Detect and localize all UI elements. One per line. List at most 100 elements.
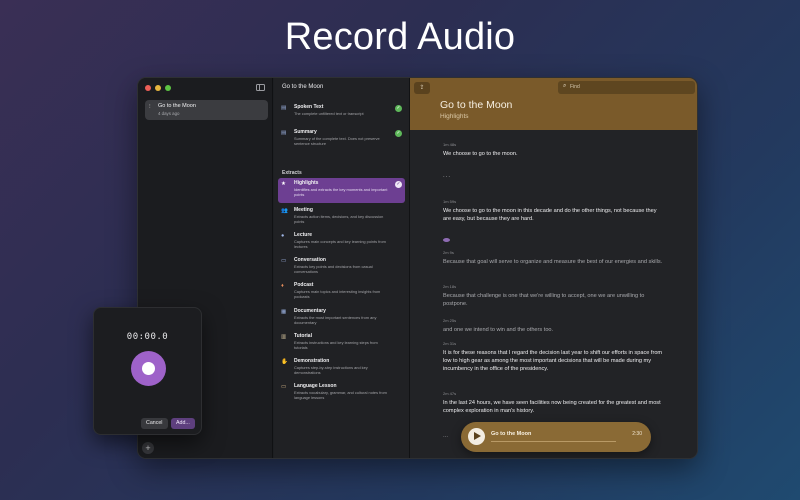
option-name: Lecture — [294, 232, 313, 238]
recording-timer: 00:00.0 — [126, 332, 169, 342]
option-desc: Extracts instructions and key learning s… — [294, 340, 378, 351]
option-name: Podcast — [294, 282, 314, 288]
option-name: Language Lesson — [294, 383, 337, 389]
document-header: ⇪ ⌕ Find Go to the Moon Highlights — [410, 78, 697, 130]
audio-player: Go to the Moon 2:30 — [461, 422, 651, 452]
option-name: Meeting — [294, 207, 313, 213]
option-name: Summary — [294, 129, 317, 135]
recording-list-item[interactable]: ⫶ Go to the Moon 4 days ago — [145, 100, 268, 120]
extract-demonstration[interactable]: ✋ Demonstration Captures step-by-step in… — [278, 356, 405, 380]
chat-bubbles-icon: ▭ — [281, 258, 287, 264]
option-desc: Extracts vocabulary, grammar, and cultur… — [294, 390, 387, 401]
app-window: ⫶ Go to the Moon 4 days ago + Go to the … — [137, 77, 698, 459]
segment-text: In the last 24 hours, we have seen facil… — [443, 400, 661, 414]
segment-timestamp: 1m 48s — [443, 142, 457, 147]
more-ellipsis: ... — [443, 433, 449, 439]
option-desc: Summary of the complete text. Does not p… — [294, 136, 380, 147]
star-icon: ★ — [281, 181, 286, 187]
people-icon: 👥 — [281, 208, 288, 214]
minimize-window-button[interactable] — [155, 85, 161, 91]
checkmark-icon: ✓ — [395, 105, 402, 112]
checkmark-icon: ✓ — [395, 181, 402, 188]
option-name: Documentary — [294, 308, 326, 314]
option-name: Highlights — [294, 180, 319, 186]
book-icon: ▥ — [281, 334, 287, 340]
microphone-icon: ♦ — [281, 283, 284, 289]
extract-lecture[interactable]: ● Lecture Captures main concepts and key… — [278, 230, 405, 254]
segment-text: Because that challenge is one that we're… — [443, 293, 645, 307]
cancel-button[interactable]: Cancel — [141, 418, 168, 429]
extract-documentary[interactable]: ▦ Documentary Extracts the most importan… — [278, 306, 405, 330]
extract-options-panel: Go to the Moon ▤ Spoken Text The complet… — [274, 78, 410, 458]
segment-text: Because that goal will serve to organize… — [443, 259, 663, 265]
checkmark-icon: ✓ — [395, 130, 402, 137]
eye-icon[interactable] — [443, 238, 450, 242]
summary-icon: ▤ — [281, 130, 287, 136]
option-name: Spoken Text — [294, 104, 324, 110]
zoom-window-button[interactable] — [165, 85, 171, 91]
transcript-segment: 2m 31s It is for these reasons that I re… — [443, 341, 663, 373]
extract-tutorial[interactable]: ▥ Tutorial Extracts instructions and key… — [278, 331, 405, 355]
segment-timestamp: 2m 47s — [443, 391, 457, 396]
segment-timestamp: 2m 18s — [443, 284, 457, 289]
option-desc: Identifies and extracts the key moments … — [294, 187, 388, 198]
option-summary[interactable]: ▤ Summary Summary of the complete text. … — [278, 127, 405, 151]
extract-language-lesson[interactable]: ▭ Language Lesson Extracts vocabulary, g… — [278, 381, 405, 405]
transcript-segment: 1m 59s We choose to go to the moon in th… — [443, 199, 663, 223]
transcript-segment: 2m 47s In the last 24 hours, we have see… — [443, 391, 663, 415]
player-title: Go to the Moon — [491, 431, 532, 437]
hand-icon: ✋ — [281, 359, 288, 365]
segment-text: It is for these reasons that I regard th… — [443, 350, 663, 372]
find-field[interactable]: ⌕ Find — [558, 81, 695, 94]
option-name: Conversation — [294, 257, 326, 263]
sidebar-toggle-icon[interactable] — [256, 84, 265, 91]
extract-highlights[interactable]: ★ Highlights Identifies and extracts the… — [278, 178, 405, 203]
extracts-section-label: Extracts — [282, 170, 302, 176]
extract-meeting[interactable]: 👥 Meeting Extracts action items, decisio… — [278, 205, 405, 229]
play-button[interactable] — [468, 428, 485, 445]
document-icon: ▦ — [281, 309, 287, 315]
extract-conversation[interactable]: ▭ Conversation Extracts key points and d… — [278, 255, 405, 279]
recording-date: 4 days ago — [158, 111, 180, 116]
segment-timestamp: 1m 59s — [443, 199, 457, 204]
segment-text: We choose to go to the moon in this deca… — [443, 208, 657, 222]
extract-podcast[interactable]: ♦ Podcast Captures main topics and inter… — [278, 280, 405, 304]
record-dot-icon — [142, 362, 155, 375]
spoken-text-icon: ▤ — [281, 105, 287, 111]
option-spoken-text[interactable]: ▤ Spoken Text The complete unfiltered te… — [278, 102, 405, 122]
share-icon[interactable]: ⇪ — [414, 82, 430, 94]
option-desc: Extracts the most important sentences fr… — [294, 315, 377, 326]
segment-timestamp: 2m 31s — [443, 341, 457, 346]
segment-text: We choose to go to the moon. — [443, 151, 518, 157]
recorder-panel: 00:00.0 Cancel Add... — [93, 307, 202, 435]
document-subtitle: Highlights — [440, 113, 469, 120]
option-desc: Extracts key points and decisions from c… — [294, 264, 373, 275]
search-icon: ⌕ — [563, 83, 567, 89]
segment-timestamp: 2m 25s — [443, 318, 457, 323]
window-controls — [145, 85, 171, 91]
playback-scrubber[interactable] — [491, 441, 616, 442]
waveform-icon: ⫶ — [149, 104, 151, 110]
add-button[interactable]: Add... — [171, 418, 195, 429]
option-name: Demonstration — [294, 358, 330, 364]
segment-timestamp: 2m 9s — [443, 250, 454, 255]
find-placeholder: Find — [570, 84, 580, 90]
option-desc: Captures main topics and interesting ins… — [294, 289, 381, 300]
close-window-button[interactable] — [145, 85, 151, 91]
player-duration: 2:30 — [632, 431, 642, 437]
segment-text: ... — [443, 173, 452, 179]
transcript-segment: 1m 48s We choose to go to the moon. — [443, 142, 663, 158]
option-desc: Extracts action items, decisions, and ke… — [294, 214, 384, 225]
person-icon: ● — [281, 233, 285, 239]
add-recording-button[interactable]: + — [142, 442, 154, 454]
segment-text: and one we intend to win and the others … — [443, 327, 554, 333]
transcript-pause: ... — [443, 173, 663, 179]
transcript-segment: 2m 9s Because that goal will serve to or… — [443, 250, 663, 266]
panel-title: Go to the Moon — [282, 84, 324, 90]
record-button[interactable] — [131, 351, 166, 386]
hero-title: Record Audio — [284, 16, 516, 58]
option-desc: Captures step-by-step instructions and k… — [294, 365, 368, 376]
option-name: Tutorial — [294, 333, 312, 339]
transcript-segment: 2m 25s and one we intend to win and the … — [443, 318, 663, 334]
option-desc: The complete unfiltered text or transcri… — [294, 111, 364, 116]
